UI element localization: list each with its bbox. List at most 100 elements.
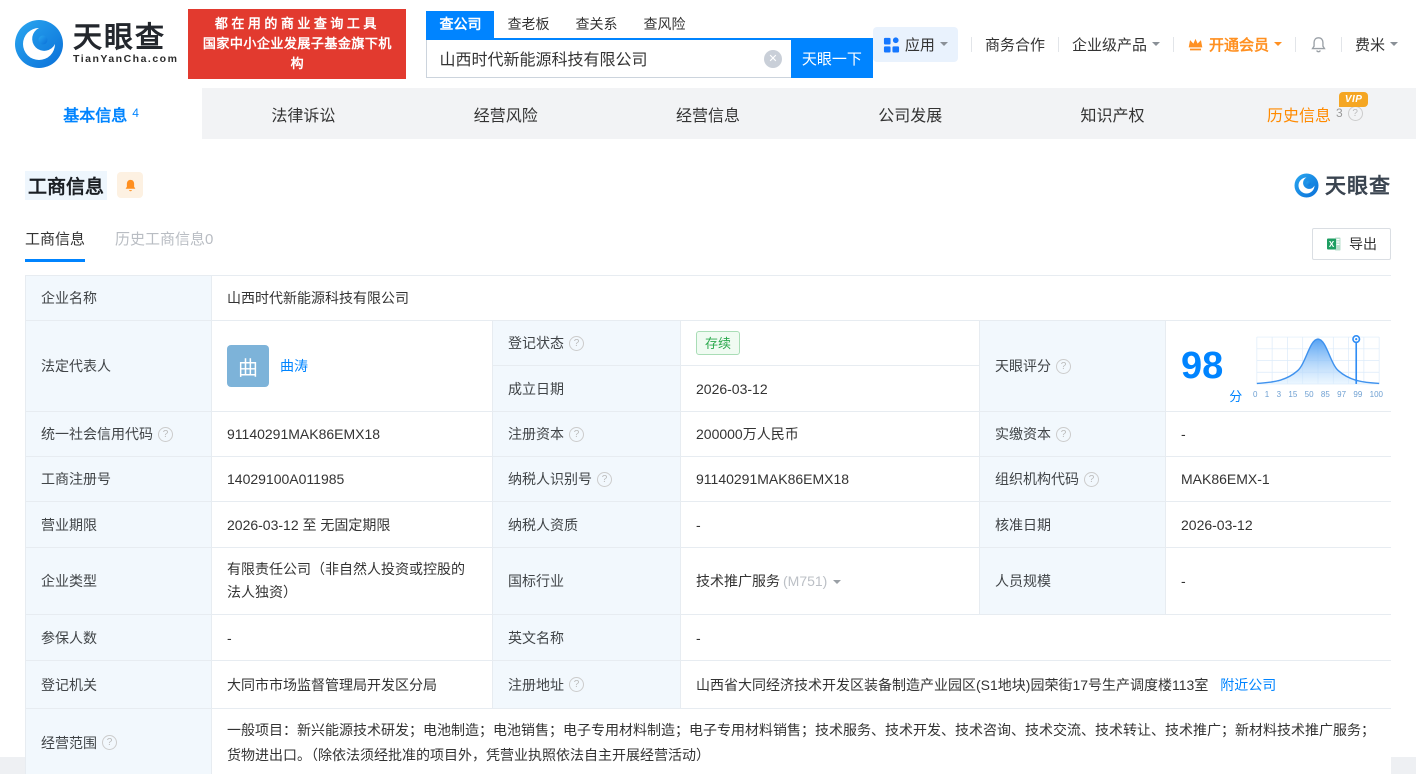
username: 费米 [1354,36,1385,54]
approval-date-value: 2026-03-12 [1166,502,1391,547]
score-label: 天眼评分 [980,321,1165,411]
nearby-companies-link[interactable]: 附近公司 [1220,675,1276,695]
search-tab-company[interactable]: 查公司 [426,10,495,38]
apps-menu[interactable]: 应用 [872,26,958,62]
search-tab-relation[interactable]: 查关系 [562,11,630,38]
help-icon[interactable] [569,426,584,442]
subtab-row: 工商信息 历史工商信息0 X 导出 [25,226,1391,262]
bell-curve-chart [1256,335,1380,385]
business-info-table: 企业名称 山西时代新能源科技有限公司 法定代表人 曲 曲涛 登记状态 存续 成立… [25,275,1391,774]
help-icon[interactable] [158,426,173,442]
chevron-down-icon [1390,42,1398,50]
taxpayer-id-value: 91140291MAK86EMX18 [681,457,979,501]
promo-banner: 都在用的商业查询工具 国家中小企业发展子基金旗下机构 [188,9,407,79]
score-number: 98 [1181,345,1224,387]
divider [1340,36,1342,52]
business-label: 商务合作 [984,36,1045,54]
watermark-text: 天眼查 [1325,175,1391,198]
paid-capital-value: - [1166,412,1391,456]
tab-label: 经营风险 [473,107,538,125]
chevron-down-icon [939,42,948,50]
chart-x-ticks: 01 3 15 50 85 97 99 100 [1253,390,1383,399]
reg-number-value: 14029100A011985 [212,457,492,501]
vip-badge: VIP [1338,92,1369,107]
nav-open-vip[interactable]: 开通会员 [1187,34,1282,55]
help-icon[interactable] [1347,106,1363,121]
nav-business-cooperation[interactable]: 商务合作 [985,34,1045,55]
search-tabs: 查公司 查老板 查关系 查风险 [426,10,873,40]
export-button[interactable]: X 导出 [1312,228,1391,260]
subscribe-button[interactable] [117,172,144,198]
company-name-value: 山西时代新能源科技有限公司 [212,276,1391,320]
help-icon[interactable] [597,471,612,487]
divider [1057,36,1059,52]
reg-authority-label: 登记机关 [26,661,211,708]
brand-name: 天眼查 [73,22,167,54]
apps-label: 应用 [904,36,935,54]
tab-legal-litigation[interactable]: 法律诉讼 [202,88,404,139]
help-icon[interactable] [1056,358,1071,374]
legal-rep-avatar[interactable]: 曲 [227,345,269,387]
help-icon[interactable] [102,735,117,750]
status-badge: 存续 [696,331,741,355]
business-scope-value: 一般项目：新兴能源技术研发；电池制造；电池销售；电子专用材料制造；电子专用材料销… [212,709,1391,774]
tianyancha-logo[interactable]: 天眼查 TianYanCha.com [14,19,178,69]
search-tab-risk[interactable]: 查风险 [630,11,698,38]
tab-count: 4 [132,105,139,120]
notifications-button[interactable] [1309,35,1328,54]
tab-label: 知识产权 [1080,107,1145,125]
org-code-label: 组织机构代码 [980,457,1165,501]
staff-size-label: 人员规模 [980,548,1165,614]
tab-label: 基本信息 [63,107,128,125]
help-icon[interactable] [569,335,584,351]
legal-rep-label: 法定代表人 [26,321,211,411]
reg-capital-value: 200000万人民币 [681,412,979,456]
tab-history-info[interactable]: 历史信息 3 VIP [1214,88,1416,139]
business-term-value: 2026-03-12 至 无固定期限 [212,502,492,547]
business-scope-label: 经营范围 [26,709,211,774]
tab-label: 经营信息 [675,107,740,125]
subtab-history-business-info[interactable]: 历史工商信息0 [115,228,213,262]
reg-number-label: 工商注册号 [26,457,211,501]
company-tabs: 基本信息 4 法律诉讼 经营风险 经营信息 公司发展 知识产权 历史信息 3 V… [0,88,1416,139]
reg-status-label: 登记状态 [493,321,680,365]
chevron-down-icon[interactable] [833,579,842,588]
help-icon[interactable] [1056,426,1071,442]
user-menu[interactable]: 费米 [1355,34,1398,55]
company-name-label: 企业名称 [26,276,211,320]
org-code-value: MAK86EMX-1 [1166,457,1391,501]
tab-label: 公司发展 [878,107,943,125]
section-title: 工商信息 [25,170,108,200]
industry-value[interactable]: 技术推广服务 (M751) [681,548,979,614]
nav-enterprise-products[interactable]: 企业级产品 [1072,34,1160,55]
legal-rep-link[interactable]: 曲涛 [280,356,308,376]
subtab-business-info[interactable]: 工商信息 [25,228,86,262]
tab-label: 历史信息 [1266,107,1331,125]
subtab-count: 0 [205,231,214,248]
help-icon[interactable] [1084,471,1099,487]
company-type-value: 有限责任公司（非自然人投资或控股的法人独资） [212,548,492,614]
credit-code-label: 统一社会信用代码 [26,412,211,456]
tab-basic-info[interactable]: 基本信息 4 [0,88,203,139]
apps-grid-icon [883,36,899,53]
tab-company-development[interactable]: 公司发展 [809,88,1011,139]
vip-label: 开通会员 [1208,36,1269,54]
clear-search-icon[interactable]: ✕ [763,49,782,68]
search-input[interactable] [427,39,791,77]
subtab-label: 历史工商信息 [115,231,206,248]
divider [1172,36,1174,52]
search-tab-boss[interactable]: 查老板 [494,11,562,38]
taxpayer-quality-value: - [681,502,979,547]
english-name-value: - [681,615,1391,660]
legal-rep-value: 曲 曲涛 [212,321,492,411]
taxpayer-id-label: 纳税人识别号 [493,457,680,501]
help-icon[interactable] [569,677,584,692]
reg-authority-value: 大同市市场监督管理局开发区分局 [212,661,492,708]
search-button[interactable]: 天眼一下 [790,39,873,78]
english-name-label: 英文名称 [493,615,680,660]
promo-line1: 都在用的商业查询工具 [214,16,380,31]
address-label: 注册地址 [493,661,680,708]
tab-operation-info[interactable]: 经营信息 [607,88,809,139]
tab-operation-risk[interactable]: 经营风险 [405,88,607,139]
tab-intellectual-property[interactable]: 知识产权 [1011,88,1213,139]
